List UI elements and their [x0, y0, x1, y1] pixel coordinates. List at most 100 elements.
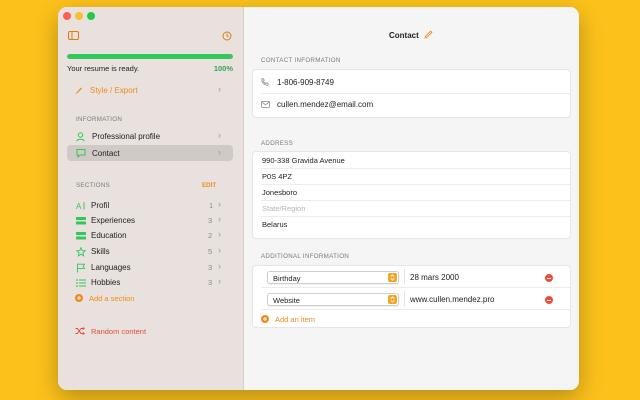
remove-item-button[interactable] [545, 296, 553, 304]
sidebar-item-label: Professional profile [92, 132, 161, 141]
sidebar-item-skills[interactable]: Skills 5 › [67, 245, 233, 260]
sidebar-item-languages[interactable]: Languages 3 › [67, 261, 233, 276]
flag-icon [76, 263, 86, 273]
minimize-window-button[interactable] [75, 12, 83, 20]
item-count: 1 [209, 201, 214, 210]
star-icon [76, 247, 86, 257]
sidebar-item-contact[interactable]: Contact › [67, 145, 233, 161]
style-export-label: Style / Export [90, 86, 138, 95]
brush-icon [74, 86, 83, 95]
divider [261, 216, 570, 217]
info-type-select-birthday[interactable]: Birthday [267, 271, 399, 284]
website-value-field[interactable]: www.cullen.mendez.pro [410, 295, 494, 304]
sidebar-item-experiences[interactable]: Experiences 3 › [67, 214, 233, 229]
progress-bar [67, 54, 233, 59]
sidebar-item-label: Contact [92, 149, 120, 158]
divider [261, 93, 570, 94]
divider [261, 287, 570, 288]
add-section-label: Add a section [89, 294, 135, 303]
item-count: 3 [208, 263, 213, 272]
contact-info-header: CONTACT INFORMATION [261, 57, 341, 64]
chevron-right-icon: › [218, 245, 221, 255]
sidebar-item-education[interactable]: Education 2 › [67, 229, 233, 244]
progress-value: 100% [213, 64, 233, 73]
select-arrows-icon [388, 295, 397, 304]
remove-item-button[interactable] [545, 274, 553, 282]
zoom-window-button[interactable] [87, 12, 95, 20]
sidebar-item-label: Experiences [91, 216, 136, 225]
pencil-icon[interactable] [424, 30, 433, 39]
street-field[interactable]: 990-338 Gravida Avenue [262, 156, 345, 165]
random-content-button[interactable]: Random content [75, 325, 195, 338]
stack-icon [76, 232, 86, 240]
item-count: 3 [208, 278, 213, 287]
plus-circle-icon [261, 315, 269, 323]
style-export-button[interactable]: Style / Export › [67, 84, 235, 98]
vertical-divider [404, 291, 405, 306]
sidebar-toggle-icon[interactable] [68, 31, 79, 40]
select-arrows-icon [388, 273, 397, 282]
item-count: 5 [208, 247, 213, 256]
address-header: ADDRESS [261, 140, 294, 147]
chevron-right-icon: › [218, 147, 221, 157]
chevron-right-icon: › [218, 276, 221, 286]
chevron-right-icon: › [218, 229, 221, 239]
main-pane: Contact CONTACT INFORMATION 1-806-909-87… [244, 7, 579, 390]
sidebar-item-label: Hobbies [91, 278, 121, 287]
information-header: INFORMATION [76, 116, 123, 123]
phone-icon [261, 78, 269, 86]
info-type-select-website[interactable]: Website [267, 293, 399, 306]
birthday-value-field[interactable]: 28 mars 2000 [410, 273, 459, 282]
sidebar-item-professional-profile[interactable]: Professional profile › [67, 129, 233, 145]
page-title: Contact [389, 31, 419, 40]
region-field[interactable]: State/Region [262, 204, 305, 213]
postal-code-field[interactable]: P0S 4PZ [262, 172, 292, 181]
select-value: Website [273, 295, 300, 305]
sidebar-item-hobbies[interactable]: Hobbies 3 › [67, 276, 233, 291]
city-field[interactable]: Jonesboro [262, 188, 297, 197]
phone-field[interactable]: 1-806-909-8749 [277, 78, 334, 87]
add-section-button[interactable]: Add a section [75, 292, 195, 305]
svg-text:A: A [76, 202, 82, 210]
random-content-label: Random content [91, 327, 147, 336]
additional-info-card: Birthday 28 mars 2000 Website www.cullen… [252, 265, 571, 328]
sidebar-item-label: Languages [91, 263, 131, 272]
progress-label: Your resume is ready. [67, 64, 140, 73]
chat-bubble-icon [76, 148, 86, 158]
item-count: 2 [208, 231, 213, 240]
app-window: Your resume is ready. 100% Style / Expor… [58, 7, 579, 390]
email-field[interactable]: cullen.mendez@email.com [277, 100, 373, 109]
envelope-icon [261, 101, 270, 108]
progress-fill [67, 54, 233, 59]
contact-info-card: 1-806-909-8749 cullen.mendez@email.com [252, 69, 571, 118]
text-cursor-icon: A [76, 201, 86, 210]
stack-icon [76, 217, 86, 225]
plus-circle-icon [75, 294, 83, 302]
additional-info-header: ADDITIONAL INFORMATION [261, 253, 350, 260]
person-icon [76, 132, 85, 142]
sidebar: Your resume is ready. 100% Style / Expor… [58, 7, 244, 390]
close-window-button[interactable] [63, 12, 71, 20]
divider [261, 168, 570, 169]
history-icon[interactable] [222, 31, 232, 41]
shuffle-icon [75, 327, 85, 335]
chevron-right-icon: › [218, 214, 221, 224]
edit-sections-button[interactable]: EDIT [202, 182, 216, 189]
sidebar-item-label: Education [91, 231, 127, 240]
add-item-label: Add an item [275, 315, 316, 324]
chevron-right-icon: › [218, 84, 221, 94]
country-field[interactable]: Belarus [262, 220, 287, 229]
sidebar-item-profil[interactable]: A Profil 1 › [67, 199, 233, 214]
item-count: 3 [208, 216, 213, 225]
chevron-right-icon: › [218, 261, 221, 271]
add-item-button[interactable]: Add an item [261, 313, 361, 325]
vertical-divider [404, 269, 405, 284]
chevron-right-icon: › [218, 130, 221, 140]
address-card: 990-338 Gravida Avenue P0S 4PZ Jonesboro… [252, 151, 571, 239]
divider [261, 184, 570, 185]
list-icon [76, 279, 86, 287]
divider [261, 309, 570, 310]
sidebar-item-label: Skills [91, 247, 110, 256]
sections-header: SECTIONS [76, 182, 111, 189]
sidebar-item-label: Profil [91, 201, 110, 210]
